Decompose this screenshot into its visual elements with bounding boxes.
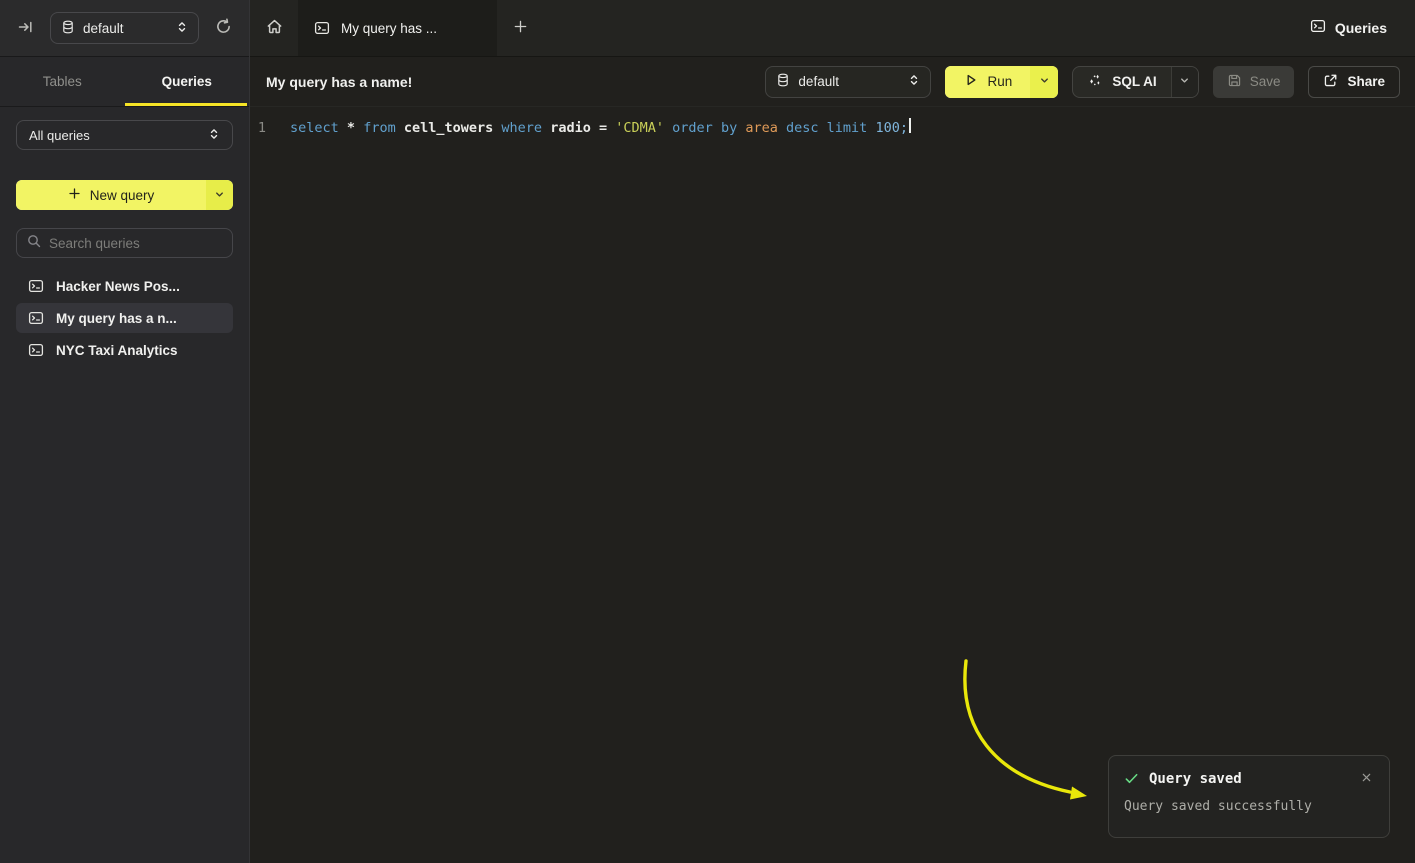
database-icon [776, 73, 790, 90]
toast-header: Query saved [1124, 769, 1374, 788]
chevron-updown-icon [208, 128, 220, 143]
new-tab-button[interactable] [497, 0, 543, 56]
queries-link[interactable]: Queries [1310, 0, 1415, 56]
share-label: Share [1347, 74, 1385, 89]
toolbar-database-value: default [798, 74, 839, 89]
share-button[interactable]: Share [1308, 66, 1400, 98]
new-query-dropdown[interactable] [206, 180, 233, 210]
toast-title: Query saved [1149, 771, 1349, 787]
terminal-icon [1310, 18, 1326, 39]
query-list: Hacker News Pos... My query has a n... N… [16, 271, 233, 365]
share-icon [1323, 73, 1338, 91]
query-saved-toast: Query saved Query saved successfully [1108, 755, 1390, 838]
code-line: 1 select * from cell_towers where radio … [250, 118, 1415, 138]
new-query-label: New query [90, 188, 155, 203]
query-list-item[interactable]: My query has a n... [16, 303, 233, 333]
query-title: My query has a name! [266, 74, 412, 90]
refresh-button[interactable] [209, 14, 237, 42]
refresh-icon [215, 18, 232, 38]
chevron-down-icon [1179, 74, 1190, 89]
code-line-content: select * from cell_towers where radio = … [290, 118, 908, 138]
sidebar-topbar: default [0, 0, 249, 57]
sidebar-tab-tables[interactable]: Tables [0, 57, 125, 106]
query-list-item[interactable]: Hacker News Pos... [16, 271, 233, 301]
play-icon [964, 73, 978, 90]
terminal-icon [314, 20, 330, 36]
check-icon [1124, 771, 1139, 786]
sidebar-tab-queries[interactable]: Queries [125, 57, 250, 106]
sql-ai-label: SQL AI [1112, 74, 1156, 89]
close-icon [1361, 771, 1372, 786]
run-label: Run [988, 74, 1013, 89]
sql-editor[interactable]: 1 select * from cell_towers where radio … [250, 107, 1415, 863]
database-selector[interactable]: default [50, 12, 199, 44]
tab-my-query[interactable]: My query has ... [298, 0, 497, 56]
save-button[interactable]: Save [1213, 66, 1295, 98]
run-dropdown[interactable] [1030, 66, 1058, 98]
plus-icon [513, 19, 528, 37]
toast-close-button[interactable] [1359, 769, 1374, 788]
sql-ai-button[interactable]: SQL AI [1072, 66, 1198, 98]
new-query-main[interactable]: New query [16, 180, 206, 210]
sidebar-tab-bar: Tables Queries [0, 57, 249, 107]
chevron-updown-icon [176, 21, 188, 36]
query-item-label: My query has a n... [56, 311, 177, 326]
search-queries-input[interactable] [49, 236, 226, 251]
chevron-down-icon [214, 188, 225, 203]
new-query-button[interactable]: New query [16, 180, 233, 210]
query-filter-value: All queries [29, 128, 90, 143]
database-selector-value: default [83, 21, 124, 36]
chevron-updown-icon [908, 74, 920, 89]
sql-ai-dropdown[interactable] [1171, 67, 1198, 97]
tab-strip: My query has ... Queries [250, 0, 1415, 57]
home-icon [266, 18, 283, 38]
line-number: 1 [250, 118, 274, 138]
tab-label: My query has ... [341, 21, 437, 36]
collapse-sidebar-button[interactable] [12, 14, 40, 42]
query-item-label: NYC Taxi Analytics [56, 343, 178, 358]
sidebar-body: All queries New query [0, 107, 249, 863]
save-label: Save [1250, 74, 1281, 89]
collapse-sidebar-icon [18, 19, 34, 38]
sql-console-app: default Tables Queries All quer [0, 0, 1415, 863]
sidebar: default Tables Queries All quer [0, 0, 250, 863]
database-icon [61, 20, 75, 37]
query-search [16, 228, 233, 258]
query-list-item[interactable]: NYC Taxi Analytics [16, 335, 233, 365]
home-tab-button[interactable] [250, 0, 298, 56]
queries-link-label: Queries [1335, 20, 1387, 36]
plus-icon [68, 187, 81, 203]
terminal-icon [28, 278, 44, 294]
sparkles-icon [1087, 72, 1103, 91]
query-filter-select[interactable]: All queries [16, 120, 233, 150]
sidebar-tab-queries-label: Queries [162, 74, 212, 89]
sidebar-tab-tables-label: Tables [43, 74, 82, 89]
text-cursor [909, 118, 911, 133]
search-icon [27, 234, 41, 253]
chevron-down-icon [1039, 74, 1050, 89]
toast-message: Query saved successfully [1124, 799, 1374, 814]
toolbar-database-selector[interactable]: default [765, 66, 931, 98]
run-button[interactable]: Run [945, 66, 1058, 98]
query-item-label: Hacker News Pos... [56, 279, 180, 294]
terminal-icon [28, 310, 44, 326]
sql-ai-main[interactable]: SQL AI [1073, 67, 1170, 97]
main-area: My query has ... Queries My query has a … [250, 0, 1415, 863]
query-header: My query has a name! default [250, 57, 1415, 107]
terminal-icon [28, 342, 44, 358]
run-button-main[interactable]: Run [945, 66, 1030, 98]
query-toolbar: default Run [765, 66, 1400, 98]
save-icon [1227, 73, 1242, 91]
